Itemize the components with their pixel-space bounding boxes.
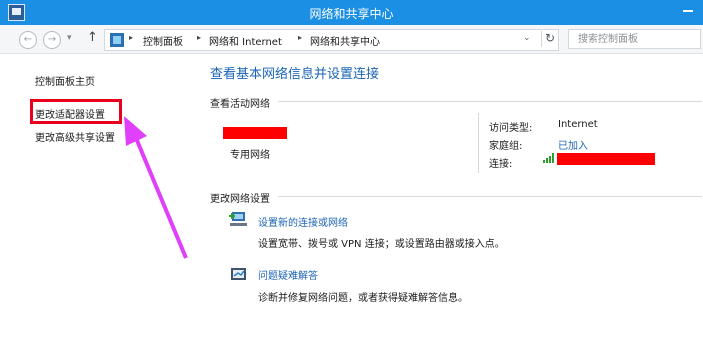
page-title: 查看基本网络信息并设置连接: [210, 67, 380, 82]
section-divider: [278, 101, 702, 102]
section-divider: [478, 113, 479, 173]
troubleshoot-icon: [231, 268, 246, 280]
redacted-network-name: [223, 127, 287, 139]
active-networks-heading: 查看活动网络: [210, 99, 270, 110]
network-type-label: 专用网络: [230, 150, 270, 161]
section-divider: [278, 196, 702, 197]
homegroup-label: 家庭组:: [489, 141, 523, 152]
connection-label: 连接:: [489, 159, 513, 170]
task-troubleshoot-link[interactable]: 问题疑难解答: [258, 267, 318, 282]
access-type-value: Internet: [558, 119, 598, 130]
new-connection-icon: [229, 212, 247, 226]
task-troubleshoot-description: 诊断并修复网络问题，或者获得疑难解答信息。: [258, 293, 468, 304]
wifi-signal-icon: [543, 153, 555, 163]
homegroup-joined-link[interactable]: 已加入: [558, 137, 588, 152]
change-settings-heading: 更改网络设置: [210, 194, 270, 205]
redacted-connection-name[interactable]: [557, 153, 655, 165]
task-new-connection-description: 设置宽带、拨号或 VPN 连接；或设置路由器或接入点。: [258, 239, 505, 250]
access-type-label: 访问类型:: [489, 123, 533, 134]
task-new-connection-link[interactable]: 设置新的连接或网络: [258, 214, 348, 229]
